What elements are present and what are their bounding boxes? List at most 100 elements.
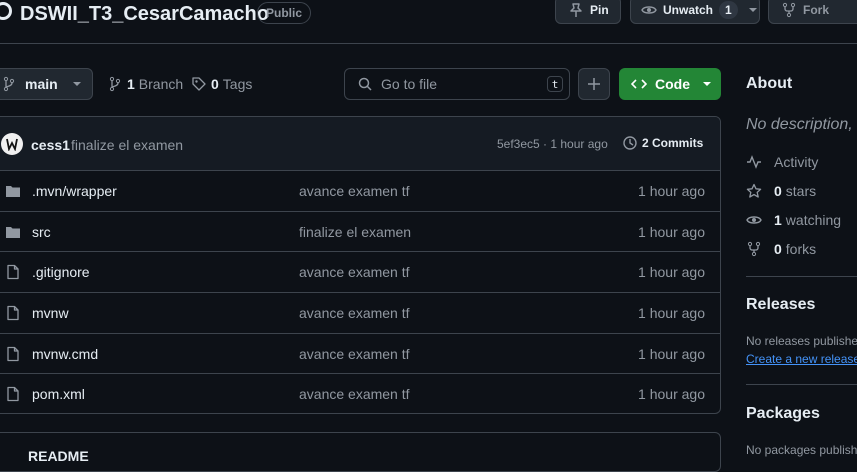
- branches-label: Branch: [138, 76, 184, 92]
- branch-icon: [107, 76, 123, 92]
- file-commit-message[interactable]: avance examen tf: [299, 183, 410, 199]
- file-age: 1 hour ago: [638, 386, 705, 403]
- file-name-link[interactable]: .mvn/wrapper: [32, 183, 117, 199]
- add-file-button[interactable]: [578, 68, 610, 100]
- table-row[interactable]: pom.xml avance examen tf 1 hour ago: [0, 374, 720, 413]
- repo-name-link[interactable]: DSWII_T3_CesarCamacho: [20, 2, 269, 26]
- stars-link[interactable]: 0 stars: [746, 183, 816, 199]
- file-name-link[interactable]: pom.xml: [32, 386, 85, 402]
- file-commit-message[interactable]: avance examen tf: [299, 386, 410, 402]
- commits-history-link[interactable]: 2 Commits: [622, 135, 703, 151]
- eye-icon: [746, 212, 762, 228]
- table-row[interactable]: .gitignore avance examen tf 1 hour ago: [0, 252, 720, 294]
- latest-commit-bar: cess1 finalize el examen 5ef3ec5 · 1 hou…: [0, 117, 720, 171]
- fork-icon: [746, 241, 762, 257]
- file-age: 1 hour ago: [638, 305, 705, 322]
- sidebar-divider: [746, 384, 857, 385]
- pulse-icon: [746, 154, 762, 170]
- avatar[interactable]: [1, 133, 23, 155]
- file-age: 1 hour ago: [638, 183, 705, 199]
- commit-hash-time[interactable]: 5ef3ec5 · 1 hour ago: [497, 137, 608, 151]
- branch-selector[interactable]: main: [0, 68, 93, 100]
- visibility-badge: Public: [257, 2, 312, 24]
- sidebar-divider: [746, 276, 857, 277]
- create-release-link[interactable]: Create a new release: [746, 352, 857, 366]
- table-row[interactable]: mvnw avance examen tf 1 hour ago: [0, 293, 720, 334]
- forks-label: forks: [785, 241, 817, 257]
- folder-icon: [5, 183, 21, 199]
- file-name-link[interactable]: .gitignore: [32, 264, 90, 280]
- file-commit-message[interactable]: avance examen tf: [299, 264, 410, 280]
- fork-label: Fork: [803, 3, 830, 17]
- commit-message-link[interactable]: finalize el examen: [71, 137, 183, 153]
- file-name-link[interactable]: mvnw: [32, 305, 69, 321]
- file-icon: [5, 264, 21, 280]
- code-button[interactable]: Code: [619, 68, 721, 100]
- file-table: cess1 finalize el examen 5ef3ec5 · 1 hou…: [0, 116, 721, 414]
- go-to-file-search[interactable]: Go to file t: [344, 68, 570, 100]
- chevron-down-icon: [72, 79, 82, 89]
- tags-count: 0: [211, 76, 219, 92]
- file-commit-message[interactable]: finalize el examen: [299, 224, 411, 240]
- file-icon: [5, 386, 21, 402]
- file-commit-message[interactable]: avance examen tf: [299, 346, 410, 362]
- file-icon: [5, 305, 21, 321]
- tags-label: Tags: [222, 76, 253, 92]
- branch-name: main: [25, 76, 58, 92]
- chevron-down-icon: [702, 79, 712, 89]
- file-icon: [5, 346, 21, 362]
- table-row[interactable]: mvnw.cmd avance examen tf 1 hour ago: [0, 334, 720, 375]
- code-icon: [631, 76, 647, 92]
- code-label: Code: [655, 76, 690, 92]
- tag-icon: [191, 76, 207, 92]
- readme-tab[interactable]: README: [28, 448, 89, 464]
- stars-count: 0: [774, 183, 782, 199]
- star-icon: [746, 183, 762, 199]
- search-icon: [357, 76, 373, 92]
- repo-owner-avatar: [0, 0, 12, 22]
- file-age: 1 hour ago: [638, 345, 705, 362]
- pin-button[interactable]: Pin: [555, 0, 621, 24]
- watching-label: watching: [785, 212, 842, 228]
- forks-link[interactable]: 0 forks: [746, 241, 816, 257]
- activity-link[interactable]: Activity: [746, 154, 818, 170]
- branch-icon: [1, 76, 17, 92]
- packages-empty-text: No packages publish: [746, 443, 857, 457]
- chevron-down-icon[interactable]: [748, 5, 758, 15]
- about-heading: About: [746, 75, 793, 92]
- pin-label: Pin: [590, 3, 609, 17]
- releases-empty-text: No releases publishe: [746, 334, 857, 348]
- header-divider: [0, 43, 857, 44]
- file-commit-message[interactable]: avance examen tf: [299, 305, 410, 321]
- branches-link[interactable]: 1 Branch: [107, 76, 183, 92]
- search-shortcut-key: t: [547, 76, 563, 92]
- eye-icon: [641, 2, 657, 18]
- packages-heading[interactable]: Packages: [746, 405, 820, 423]
- activity-label: Activity: [774, 154, 819, 170]
- releases-heading[interactable]: Releases: [746, 296, 815, 314]
- file-age: 1 hour ago: [638, 264, 705, 281]
- plus-icon: [586, 76, 602, 92]
- forks-count: 0: [774, 241, 782, 257]
- branches-count: 1: [127, 76, 135, 92]
- history-icon: [622, 135, 638, 151]
- watching-count: 1: [774, 212, 782, 228]
- commits-label: 2 Commits: [642, 136, 704, 150]
- fork-button[interactable]: Fork: [768, 0, 857, 24]
- tags-link[interactable]: 0 Tags: [191, 76, 252, 92]
- file-name-link[interactable]: mvnw.cmd: [32, 346, 98, 362]
- stars-label: stars: [785, 183, 817, 199]
- readme-panel: [0, 432, 721, 472]
- file-age: 1 hour ago: [638, 223, 705, 240]
- fork-icon: [781, 2, 797, 18]
- unwatch-button[interactable]: Unwatch 1: [630, 0, 760, 24]
- table-row[interactable]: .mvn/wrapper avance examen tf 1 hour ago: [0, 171, 720, 212]
- unwatch-label: Unwatch: [663, 3, 714, 17]
- file-name-link[interactable]: src: [32, 224, 51, 240]
- watching-link[interactable]: 1 watching: [746, 212, 841, 228]
- table-row[interactable]: src finalize el examen 1 hour ago: [0, 212, 720, 253]
- about-description: No description, w: [746, 116, 857, 133]
- search-placeholder: Go to file: [381, 76, 438, 92]
- commit-author-link[interactable]: cess1: [31, 137, 70, 153]
- folder-icon: [5, 224, 21, 240]
